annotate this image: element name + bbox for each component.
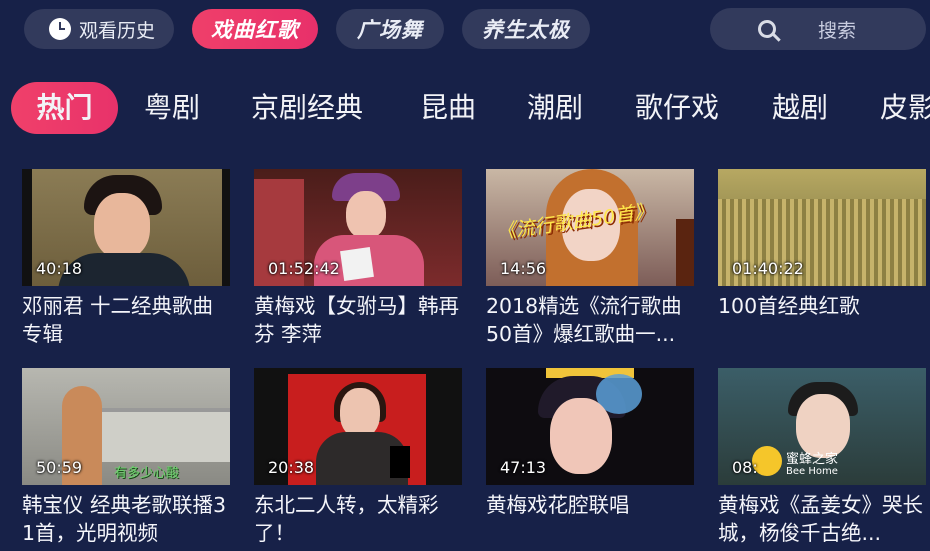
video-thumbnail: 47:13 [486,368,694,485]
search-box[interactable]: 搜索 [710,8,926,50]
search-placeholder: 搜索 [818,19,857,42]
video-title: 2018精选《流行歌曲50首》爆红歌曲一... [486,294,682,346]
tab-yue-opera[interactable]: 越剧 [772,80,828,136]
video-duration: 14:56 [500,259,547,278]
tab-cantonese-opera[interactable]: 粤剧 [144,80,200,136]
tab-gezai-opera[interactable]: 歌仔戏 [635,80,719,136]
tab-hot[interactable]: 热门 [11,82,118,134]
channel-label: 广场舞 [357,18,423,42]
clock-icon [48,18,71,40]
tab-chaozhou-opera[interactable]: 潮剧 [527,80,583,136]
video-duration: 20:38 [268,458,315,477]
tab-shadow-puppetry[interactable]: 皮影 [880,80,930,136]
video-title: 邓丽君 十二经典歌曲专辑 [22,294,214,346]
search-icon [758,20,776,38]
video-thumbnail: 40:18 [22,169,230,286]
category-tabs: 热门 粤剧 京剧经典 昆曲 潮剧 歌仔戏 越剧 皮影 [0,80,930,138]
tab-kunqu[interactable]: 昆曲 [420,80,476,136]
video-duration: 47:13 [500,458,547,477]
video-title: 黄梅戏《孟姜女》哭长城，杨俊千古绝... [718,493,923,545]
channel-opera-red-songs[interactable]: 戏曲红歌 [192,9,318,49]
video-title: 黄梅戏花腔联唱 [486,493,630,517]
video-thumbnail: 蜜蜂之家 Bee Home 08: [718,368,926,485]
thumbnail-logo-text: 蜜蜂之家 [786,452,839,467]
video-thumbnail: 有多少心酸 50:59 [22,368,230,485]
channel-label: 养生太极 [482,18,570,42]
video-thumbnail: 20:38 [254,368,462,485]
video-thumbnail: 01:40:22 [718,169,926,286]
video-duration: 01:52:42 [268,259,340,278]
thumbnail-logo-text-en: Bee Home [786,466,838,477]
channel-health-taichi[interactable]: 养生太极 [462,9,590,49]
video-thumbnail: 01:52:42 [254,169,462,286]
video-duration: 50:59 [36,458,83,477]
video-duration: 40:18 [36,259,83,278]
channel-label: 戏曲红歌 [211,18,299,42]
watch-history-button[interactable]: 观看历史 [24,9,174,49]
video-title: 东北二人转，太精彩了！ [254,493,439,545]
video-title: 黄梅戏【女驸马】韩再芬 李萍 [254,294,459,346]
video-title: 100首经典红歌 [718,294,860,318]
video-duration: 01:40:22 [732,259,804,278]
tab-peking-opera[interactable]: 京剧经典 [251,80,363,136]
watch-history-label: 观看历史 [78,19,155,42]
video-duration: 08: [732,458,758,477]
thumbnail-overlay-text: 有多少心酸 [114,466,180,481]
top-bar: 观看历史 戏曲红歌 广场舞 养生太极 搜索 [0,0,930,60]
channel-square-dance[interactable]: 广场舞 [336,9,444,49]
video-thumbnail: 《流行歌曲50首》 14:56 [486,169,694,286]
video-title: 韩宝仪 经典老歌联播31首，光明视频 [22,493,227,545]
